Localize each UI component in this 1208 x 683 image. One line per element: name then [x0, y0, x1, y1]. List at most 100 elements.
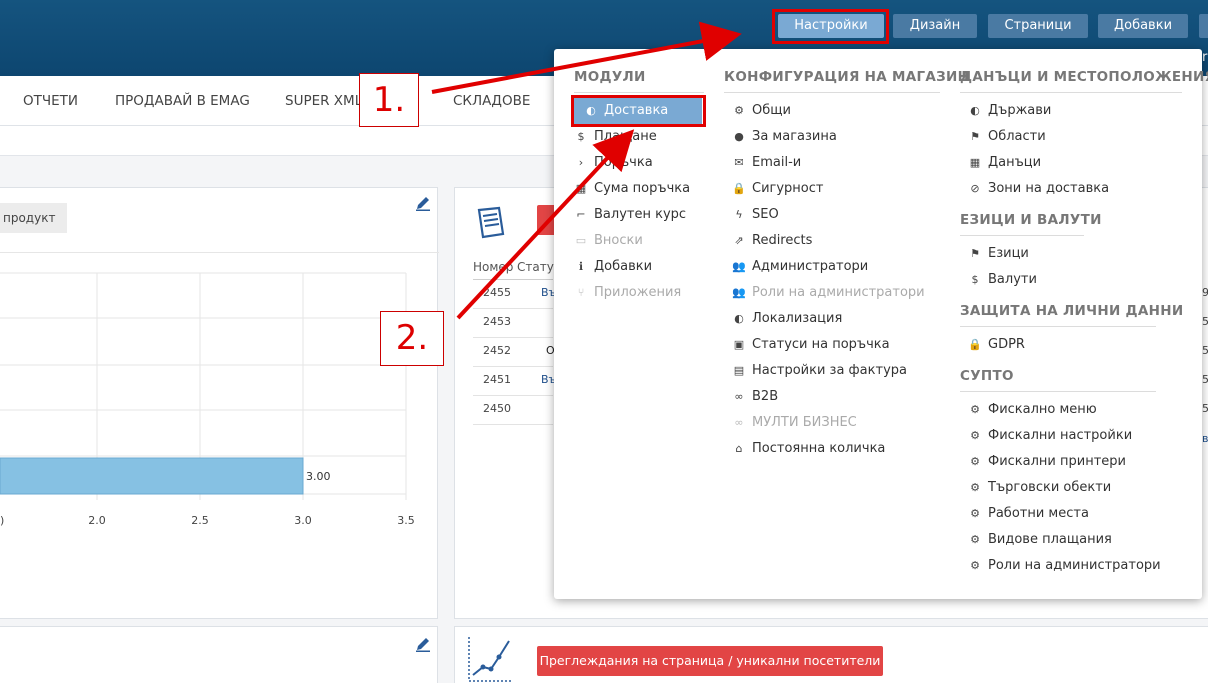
menu-item-label: Администратори — [752, 259, 869, 274]
menu-item-supto-2[interactable]: ⚙ Фискални принтери — [968, 449, 1178, 475]
menu-section-languages-currencies: ЕЗИЦИ И ВАЛУТИ — [960, 212, 1102, 228]
menu-item-supto-6[interactable]: ⚙ Роли на администратори — [968, 553, 1178, 579]
menu-item-privacy-0[interactable]: 🔒 GDPR — [968, 332, 1178, 358]
nav-sell-in-emag[interactable]: ПРОДАВАЙ В EMAG — [115, 93, 250, 109]
order-row-divider — [473, 424, 553, 425]
addons-button[interactable]: Добавки — [1098, 14, 1188, 38]
menu-item-store-config-5[interactable]: ⇗ Redirects — [732, 228, 932, 254]
menu-item-taxes-locations-1[interactable]: ⚑ Области — [968, 124, 1178, 150]
menu-item-label: SEO — [752, 207, 779, 222]
order-number[interactable]: 2455 — [483, 286, 511, 299]
more-button[interactable] — [1199, 14, 1208, 38]
page-views-button[interactable]: Преглеждания на страница / уникални посе… — [537, 646, 883, 676]
menu-item-label: Постоянна количка — [752, 441, 886, 456]
menu-item-modules-5: ▭ Вноски — [574, 228, 702, 254]
settings-dropdown-menu: МОДУЛИ ◐ Доставка $ Плащане › Поръчка ▦ Сума пор… — [554, 49, 1208, 599]
order-number[interactable]: 2452 — [483, 344, 511, 357]
order-row-divider — [473, 337, 553, 338]
menu-item-label: Фискални настройки — [988, 428, 1133, 443]
order-row-divider — [473, 395, 553, 396]
menu-item-store-config-9[interactable]: ▣ Статуси на поръчка — [732, 332, 932, 358]
bar-value-label: 3.00 — [306, 470, 331, 483]
menu-section-divider — [960, 92, 1182, 93]
page-views-panel: Преглеждания на страница / уникални посе… — [454, 626, 1208, 683]
credit-card-icon: ▭ — [575, 234, 587, 247]
gear-icon: ⚙ — [970, 455, 980, 468]
gear-icon: ⚙ — [970, 507, 980, 520]
menu-item-store-config-2[interactable]: ✉ Email-и — [732, 150, 932, 176]
menu-item-store-config-4[interactable]: ϟ SEO — [732, 202, 932, 228]
orders-right-fragment: 9 — [1202, 286, 1208, 299]
menu-section-divider — [960, 391, 1156, 392]
menu-section-store-config: КОНФИГУРАЦИЯ НА МАГАЗИН — [724, 69, 970, 85]
settings-button[interactable]: Настройки — [778, 14, 884, 38]
flag-icon: ⚑ — [970, 247, 980, 260]
menu-section-modules: МОДУЛИ — [574, 69, 646, 85]
menu-item-label: За магазина — [752, 129, 837, 144]
menu-item-label: Доставка — [604, 103, 669, 118]
menu-item-store-config-11[interactable]: ∞ B2B — [732, 384, 932, 410]
menu-item-languages-currencies-1[interactable]: $ Валути — [968, 267, 1178, 293]
menu-item-store-config-1[interactable]: ● За магазина — [732, 124, 932, 150]
chart-bar — [0, 457, 304, 495]
menu-item-store-config-0[interactable]: ⚙ Общи — [732, 98, 932, 124]
menu-item-modules-2[interactable]: › Поръчка — [574, 150, 702, 176]
menu-item-label: Видове плащания — [988, 532, 1112, 547]
menu-item-supto-5[interactable]: ⚙ Видове плащания — [968, 527, 1178, 553]
menu-item-modules-7: ⑂ Приложения — [574, 280, 702, 306]
edit-pencil-icon[interactable] — [414, 635, 432, 653]
menu-item-label: B2B — [752, 389, 779, 404]
menu-item-supto-1[interactable]: ⚙ Фискални настройки — [968, 423, 1178, 449]
menu-item-store-config-3[interactable]: 🔒 Сигурност — [732, 176, 932, 202]
menu-item-label: Локализация — [752, 311, 843, 326]
menu-section-supto: СУПТО — [960, 368, 1014, 384]
menu-item-store-config-10[interactable]: ▤ Настройки за фактура — [732, 358, 932, 384]
menu-item-modules-4[interactable]: ⌐ Валутен курс — [574, 202, 702, 228]
menu-item-supto-3[interactable]: ⚙ Търговски обекти — [968, 475, 1178, 501]
menu-item-taxes-locations-0[interactable]: ◐ Държави — [968, 98, 1178, 124]
menu-item-taxes-locations-3[interactable]: ⊘ Зони на доставка — [968, 176, 1178, 202]
link-icon: ∞ — [734, 416, 744, 429]
bolt-icon: ϟ — [735, 208, 743, 221]
calculator-icon: ▦ — [575, 182, 587, 195]
menu-section-privacy: ЗАЩИТА НА ЛИЧНИ ДАННИ — [960, 303, 1184, 319]
user-icon: ● — [734, 130, 744, 143]
nav-reports[interactable]: ОТЧЕТИ — [23, 93, 78, 109]
orders-right-fragment: 5 — [1202, 344, 1208, 357]
menu-item-store-config-7: 👥 Роли на администратори — [732, 280, 932, 306]
menu-item-label: Email-и — [752, 155, 802, 170]
users-icon: 👥 — [732, 286, 746, 299]
line-chart-icon: ⌐ — [576, 208, 586, 221]
nav-warehouses[interactable]: СКЛАДОВЕ — [453, 93, 530, 109]
product-filter-button[interactable]: продукт — [0, 203, 67, 233]
menu-item-taxes-locations-2[interactable]: ▦ Данъци — [968, 150, 1178, 176]
menu-item-supto-0[interactable]: ⚙ Фискално меню — [968, 397, 1178, 423]
menu-item-modules-0[interactable]: ◐ Доставка — [574, 98, 702, 124]
menu-item-label: Данъци — [988, 155, 1042, 170]
gear-icon: ⚙ — [970, 481, 980, 494]
menu-item-supto-4[interactable]: ⚙ Работни места — [968, 501, 1178, 527]
menu-item-modules-1[interactable]: $ Плащане — [574, 124, 702, 150]
menu-item-label: Държави — [988, 103, 1052, 118]
order-number[interactable]: 2451 — [483, 373, 511, 386]
compass-icon: ⊘ — [970, 182, 980, 195]
order-number[interactable]: 2453 — [483, 315, 511, 328]
menu-item-label: Езици — [988, 246, 1029, 261]
link-icon: ∞ — [734, 390, 744, 403]
menu-item-label: Области — [988, 129, 1046, 144]
order-number[interactable]: 2450 — [483, 402, 511, 415]
menu-item-store-config-8[interactable]: ◐ Локализация — [732, 306, 932, 332]
edit-pencil-icon[interactable] — [414, 194, 432, 212]
x-tick-label: 3.5 — [397, 514, 415, 527]
menu-item-store-config-6[interactable]: 👥 Администратори — [732, 254, 932, 280]
menu-item-languages-currencies-0[interactable]: ⚑ Езици — [968, 241, 1178, 267]
menu-item-modules-6[interactable]: ℹ Добавки — [574, 254, 702, 280]
gear-icon: ⚙ — [970, 533, 980, 546]
menu-section-divider — [960, 326, 1156, 327]
menu-item-store-config-13[interactable]: ⌂ Постоянна количка — [732, 436, 932, 462]
pages-button[interactable]: Страници — [988, 14, 1088, 38]
nav-super-xml[interactable]: SUPER XML — [285, 93, 362, 109]
design-button[interactable]: Дизайн — [893, 14, 977, 38]
x-tick-label-partial: ) — [0, 514, 4, 527]
menu-item-modules-3[interactable]: ▦ Сума поръчка — [574, 176, 702, 202]
